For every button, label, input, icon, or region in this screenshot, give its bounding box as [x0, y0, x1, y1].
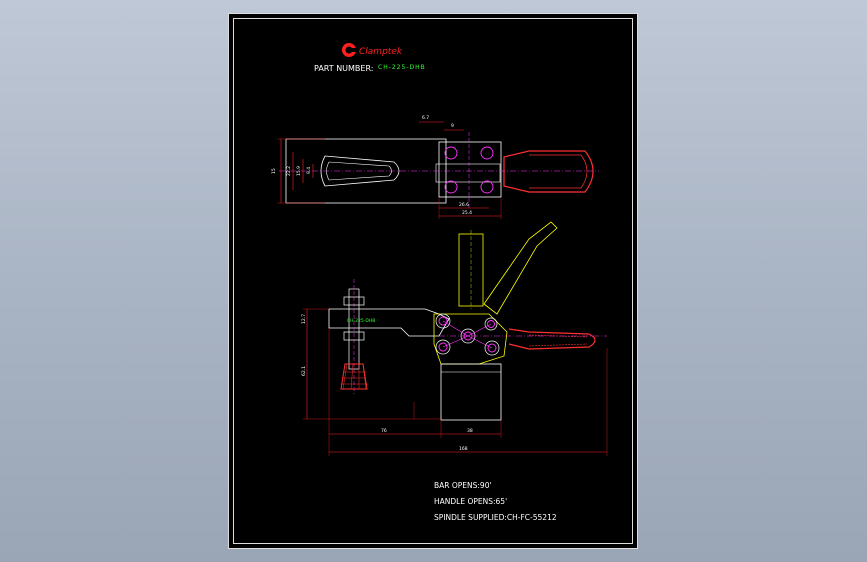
dim-side-1: 12.7 [301, 314, 307, 324]
dim-top-1: 6.7 [422, 115, 429, 121]
dim-side-4: 38 [467, 428, 473, 434]
dim-top-7: 26.6 [459, 202, 469, 208]
dim-side-2: 62.1 [301, 366, 307, 376]
dim-side-5: 168 [459, 446, 468, 452]
arm-callout-label: CH-225-DHB [347, 318, 375, 324]
drawing-sheet: Clamptek PART NUMBER: CH-225-DHB 6.7 9 1… [228, 13, 638, 549]
logo-text: Clamptek [359, 47, 403, 57]
part-number-value: CH-225-DHB [378, 64, 426, 71]
dim-top-4: 22.2 [286, 166, 292, 176]
note-bar-opens: BAR OPENS:90' [434, 481, 492, 490]
dim-top-2: 9 [451, 123, 454, 129]
drawing-canvas: Clamptek PART NUMBER: CH-225-DHB 6.7 9 1… [271, 43, 608, 522]
dim-top-3: 15 [271, 168, 277, 174]
dim-top-6: 9.4 [306, 167, 312, 174]
top-view [277, 121, 599, 219]
clamptek-logo: Clamptek [342, 43, 403, 57]
dim-side-3: 76 [381, 428, 387, 434]
note-spindle-supplied: SPINDLE SUPPLIED:CH-FC-55212 [434, 513, 557, 522]
dim-top-8: 25.4 [462, 210, 472, 216]
dim-top-5: 15.9 [296, 166, 302, 176]
note-handle-opens: HANDLE OPENS:65' [434, 497, 507, 506]
side-view [303, 221, 608, 456]
part-number-label: PART NUMBER: [314, 64, 373, 73]
